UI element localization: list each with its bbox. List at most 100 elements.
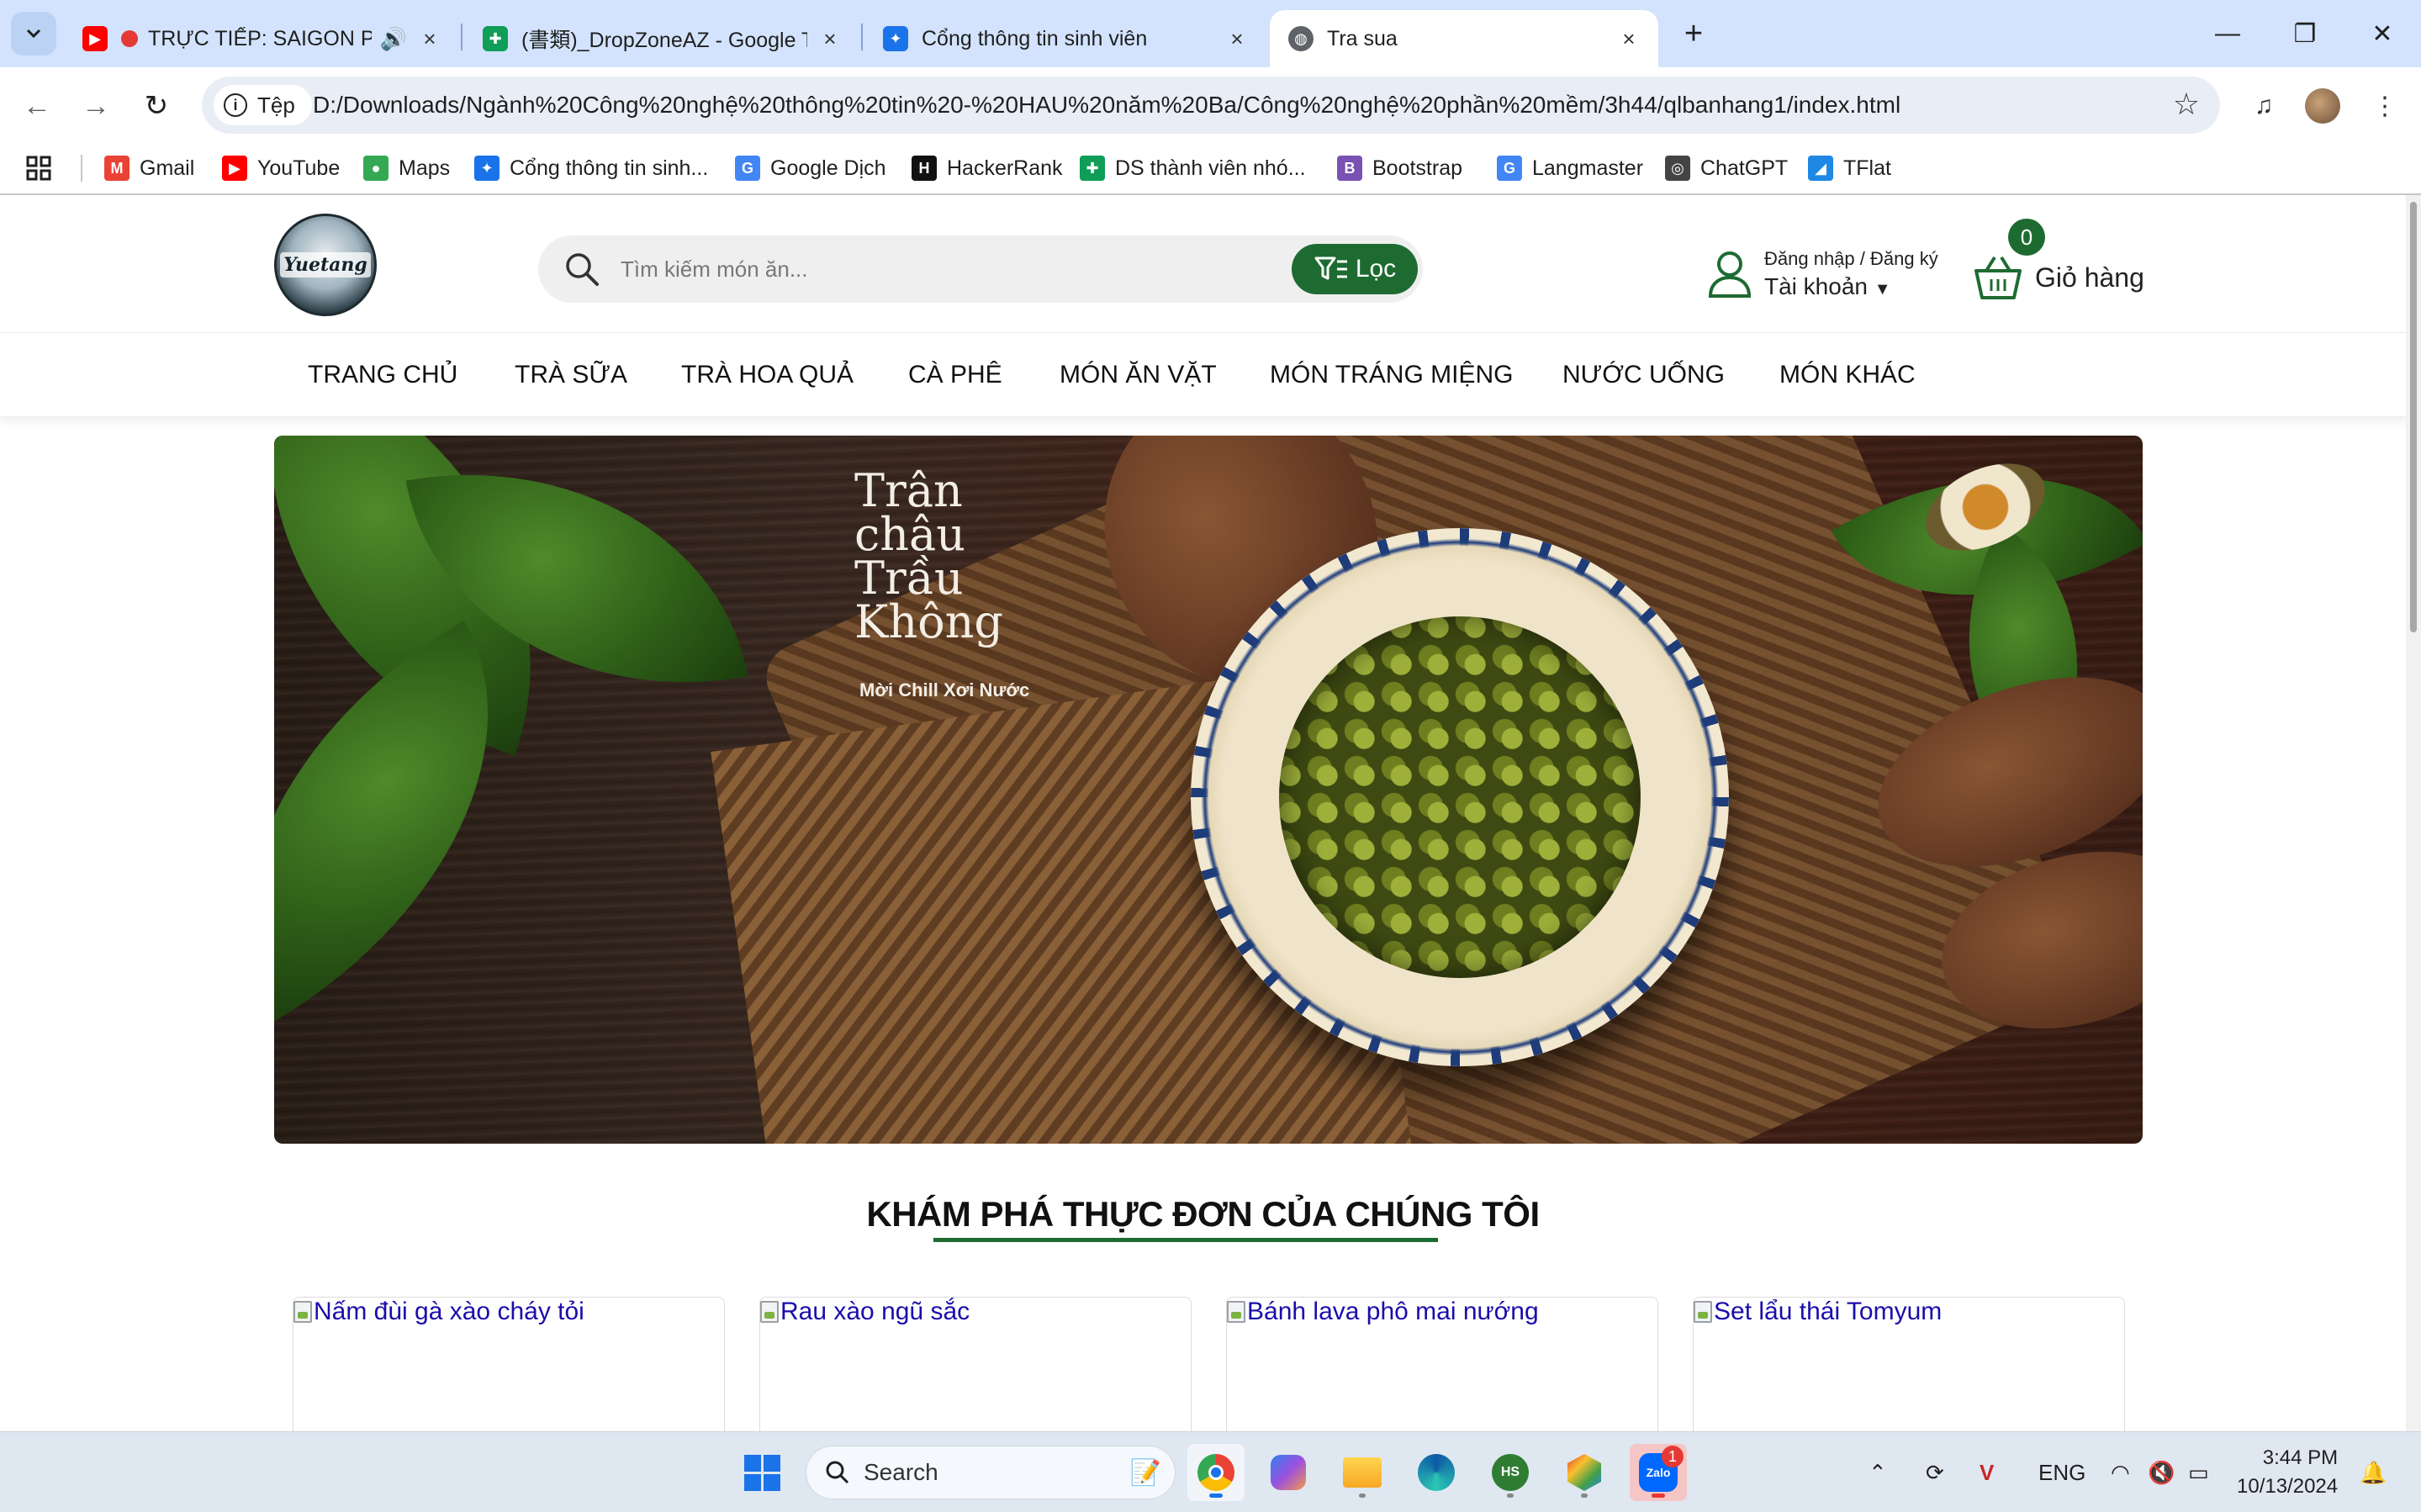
taskbar-hs-app[interactable]: HS xyxy=(1482,1444,1539,1501)
nav-mon-trang-mieng[interactable]: MÓN TRÁNG MIỆNG xyxy=(1270,333,1513,417)
nav-ca-phe[interactable]: CÀ PHÊ xyxy=(908,333,1002,417)
product-image[interactable]: Nấm đùi gà xào cháy tỏi xyxy=(293,1298,584,1326)
product-card[interactable]: Bánh lava phô mai nướng xyxy=(1226,1297,1658,1431)
show-hidden-icons-button[interactable]: ⌃ xyxy=(1869,1432,1887,1512)
apps-grid-icon[interactable] xyxy=(25,143,52,193)
bookmark-youtube[interactable]: ▶ YouTube xyxy=(222,143,340,193)
bookmark-ds-th-nh-vi-n-nh[interactable]: ✚ DS thành viên nhó... xyxy=(1080,143,1306,193)
cart-button[interactable]: Giỏ hàng xyxy=(1973,244,2144,311)
bookmark-maps[interactable]: ● Maps xyxy=(363,143,450,193)
taskbar-file-explorer[interactable] xyxy=(1334,1444,1391,1501)
close-tab-icon[interactable]: × xyxy=(817,26,843,51)
back-button[interactable]: ← xyxy=(15,84,59,128)
browser-toolbar: ← → ↻ i Tệp D:/Downloads/Ngành%20Công%20… xyxy=(0,67,2421,143)
taskbar-edge[interactable] xyxy=(1408,1444,1465,1501)
bookmark-label: ChatGPT xyxy=(1700,156,1789,180)
battery-icon[interactable]: ▭ xyxy=(2188,1432,2209,1512)
url-text[interactable]: D:/Downloads/Ngành%20Công%20nghệ%20thông… xyxy=(313,77,1900,134)
nav-tra-sua[interactable]: TRÀ SỮA xyxy=(515,333,627,417)
start-button[interactable] xyxy=(733,1444,790,1501)
site-info-chip[interactable]: i Tệp xyxy=(214,85,312,125)
scrollbar-thumb[interactable] xyxy=(2410,202,2417,632)
page-scrollbar[interactable] xyxy=(2406,195,2421,1431)
nav-trang-chu[interactable]: TRANG CHỦ xyxy=(308,333,457,417)
product-card[interactable]: Nấm đùi gà xào cháy tỏi xyxy=(293,1297,725,1431)
browser-menu-icon[interactable]: ⋮ xyxy=(2361,82,2408,130)
taskbar-chrome[interactable] xyxy=(1187,1444,1245,1501)
bookmark-google-d-ch[interactable]: G Google Dịch xyxy=(735,143,886,193)
bookmark-label: Bootstrap xyxy=(1372,156,1463,180)
close-tab-icon[interactable]: × xyxy=(1616,26,1641,51)
search-highlight-icon: 📝 xyxy=(1129,1458,1161,1487)
active-indicator xyxy=(1209,1493,1223,1498)
close-window-button[interactable]: ✕ xyxy=(2344,8,2420,59)
login-register-link[interactable]: Đăng nhập / Đăng ký xyxy=(1764,248,1938,270)
cube-app-icon xyxy=(1567,1454,1601,1491)
notification-bell-icon[interactable]: 🔔 xyxy=(2360,1432,2387,1512)
tflat-icon: ◢ xyxy=(1808,156,1833,181)
system-clock[interactable]: 3:44 PM 10/13/2024 xyxy=(2237,1444,2338,1501)
search-input[interactable] xyxy=(621,235,1209,303)
language-indicator[interactable]: ENG xyxy=(2038,1432,2085,1512)
sync-icon[interactable]: ⟳ xyxy=(1926,1432,1944,1512)
address-bar[interactable]: i Tệp D:/Downloads/Ngành%20Công%20nghệ%2… xyxy=(202,77,2220,134)
bookmark-langmaster[interactable]: G Langmaster xyxy=(1497,143,1643,193)
info-icon: i xyxy=(224,93,247,117)
taskbar-zalo[interactable]: Zalo 1 xyxy=(1630,1444,1687,1501)
volume-muted-icon[interactable]: 🔇 xyxy=(2148,1432,2175,1512)
close-tab-icon[interactable]: × xyxy=(1224,26,1250,51)
google-sheets-icon: ✚ xyxy=(483,26,508,51)
speaker-icon[interactable]: 🔊 xyxy=(380,26,407,52)
wifi-icon[interactable]: ◠ xyxy=(2111,1432,2130,1512)
tab-google-sheets[interactable]: ✚ (書類)_DropZoneAZ - Google Trang tính × xyxy=(464,10,859,67)
tab-youtube-live[interactable]: ▶ TRỰC TIẾP: SAIGON PHAT 🔊 × xyxy=(64,10,459,67)
profile-avatar[interactable] xyxy=(2299,82,2346,130)
product-card[interactable]: Set lẩu thái Tomyum xyxy=(1693,1297,2125,1431)
search-icon[interactable] xyxy=(563,251,600,288)
filter-button[interactable]: Lọc xyxy=(1292,244,1418,294)
web-page: Yuetang Lọc Đăng nhập / Đăng ký Tài khoả… xyxy=(0,195,2421,1431)
bookmark-tflat[interactable]: ◢ TFlat xyxy=(1808,143,1891,193)
taskbar-search[interactable]: Search 📝 xyxy=(806,1446,1176,1499)
bookmark-chatgpt[interactable]: ◎ ChatGPT xyxy=(1665,143,1788,193)
site-header: Yuetang Lọc Đăng nhập / Đăng ký Tài khoả… xyxy=(0,195,2406,333)
product-card[interactable]: Rau xào ngũ sắc xyxy=(759,1297,1192,1431)
tab-strip: ▶ TRỰC TIẾP: SAIGON PHAT 🔊 × ✚ (書類)_Drop… xyxy=(0,0,2421,67)
tab-search-button[interactable] xyxy=(11,12,56,56)
nav-mon-an-vat[interactable]: MÓN ĂN VẶT xyxy=(1060,333,1217,417)
product-image[interactable]: Rau xào ngũ sắc xyxy=(760,1298,970,1326)
nav-tra-hoa-qua[interactable]: TRÀ HOA QUẢ xyxy=(681,333,854,417)
product-image[interactable]: Bánh lava phô mai nướng xyxy=(1227,1298,1539,1326)
close-tab-icon[interactable]: × xyxy=(417,26,442,51)
media-control-icon[interactable]: ♫ xyxy=(2240,82,2287,130)
site-logo[interactable]: Yuetang xyxy=(274,214,377,316)
section-title-underline xyxy=(933,1238,1438,1242)
bookmark-star-icon[interactable]: ☆ xyxy=(2173,87,2200,122)
taskbar-search-label: Search xyxy=(864,1459,938,1485)
filter-label: Lọc xyxy=(1355,255,1397,283)
vietkey-icon[interactable]: V xyxy=(1980,1432,1994,1512)
tab-tra-sua[interactable]: ◍ Tra sua × xyxy=(1270,10,1658,67)
tab-student-portal[interactable]: ✦ Cổng thông tin sinh viên × xyxy=(864,10,1266,67)
taskbar-copilot[interactable] xyxy=(1260,1444,1317,1501)
user-icon xyxy=(1708,251,1752,298)
bookmark-gmail[interactable]: M Gmail xyxy=(104,143,194,193)
forward-button[interactable]: → xyxy=(74,84,118,128)
bookmark-c-ng-th-ng-tin-sinh[interactable]: ✦ Cổng thông tin sinh... xyxy=(474,143,708,193)
clock-time: 3:44 PM xyxy=(2262,1446,2339,1469)
nav-mon-khac[interactable]: MÓN KHÁC xyxy=(1779,333,1916,417)
new-tab-button[interactable]: + xyxy=(1673,13,1714,54)
bookmark-hackerrank[interactable]: H HackerRank xyxy=(912,143,1063,193)
product-image[interactable]: Set lẩu thái Tomyum xyxy=(1694,1298,1942,1326)
account-menu[interactable]: Đăng nhập / Đăng ký Tài khoản ▼ xyxy=(1707,241,1938,308)
basket-icon xyxy=(1974,256,2022,299)
restore-button[interactable]: ❐ xyxy=(2267,8,2343,59)
minimize-button[interactable]: — xyxy=(2190,8,2265,59)
portal-icon: ✦ xyxy=(883,26,908,51)
google-translate-icon: G xyxy=(735,156,760,181)
reload-button[interactable]: ↻ xyxy=(135,84,178,128)
bookmark-bootstrap[interactable]: B Bootstrap xyxy=(1337,143,1462,193)
nav-nuoc-uong[interactable]: NƯỚC UỐNG xyxy=(1562,333,1725,417)
taskbar-cube-app[interactable] xyxy=(1556,1444,1613,1501)
account-label[interactable]: Tài khoản ▼ xyxy=(1764,273,1938,300)
